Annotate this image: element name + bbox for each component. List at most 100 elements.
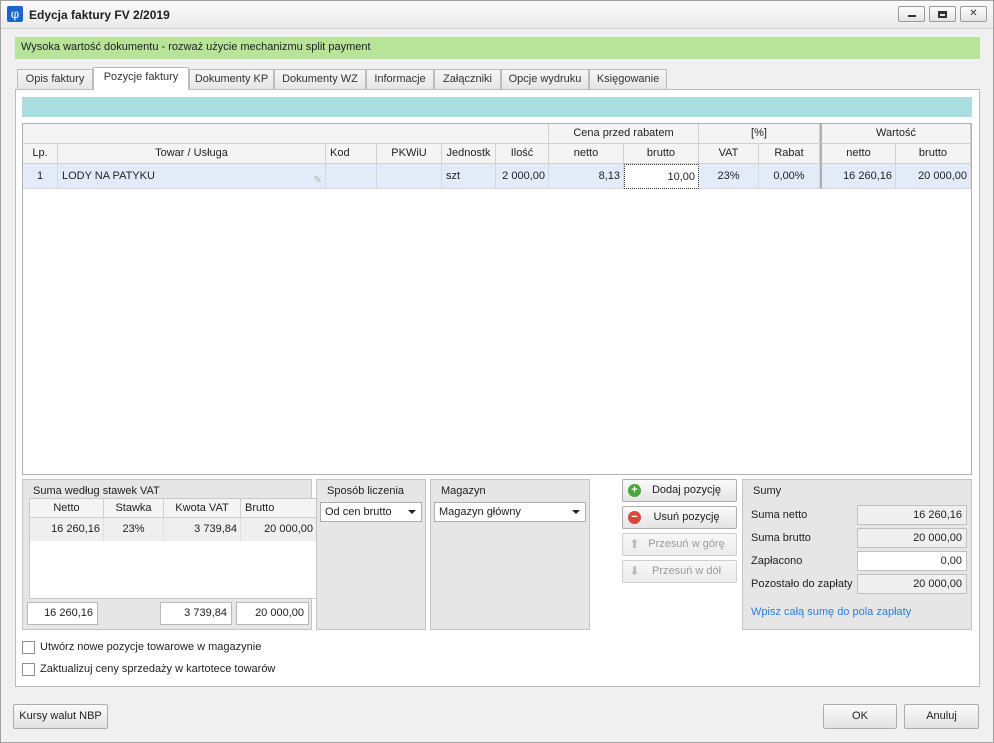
vat-cell-brutto: 20 000,00 — [241, 518, 317, 541]
group-header-empty — [23, 124, 549, 144]
plus-icon: + — [628, 484, 641, 497]
cell-jednostka[interactable]: szt — [442, 164, 496, 189]
sum-netto-field: 16 260,16 — [857, 505, 967, 525]
col-header-kod[interactable]: Kod — [326, 144, 377, 164]
move-down-label: Przesuń w dół — [651, 565, 722, 577]
tab-opis-faktury[interactable]: Opis faktury — [17, 69, 93, 89]
warehouse-value: Magazyn główny — [439, 506, 521, 518]
cell-ilosc[interactable]: 2 000,00 — [496, 164, 549, 189]
grid-group-panel — [22, 97, 972, 117]
tab-content: Cena przed rabatem [%] Wartość Lp. Towar… — [15, 89, 980, 687]
vat-summary-panel: Suma według stawek VAT Netto Stawka Kwot… — [22, 479, 318, 630]
tab-pozycje-faktury[interactable]: Pozycje faktury — [93, 67, 189, 90]
calc-method-value: Od cen brutto — [325, 506, 392, 518]
paid-label: Zapłacono — [751, 555, 803, 567]
col-header-towar[interactable]: Towar / Usługa — [58, 144, 326, 164]
col-header-pkwiu[interactable]: PKWiU — [377, 144, 442, 164]
group-header-percent: [%] — [699, 124, 820, 144]
minimize-button[interactable] — [898, 6, 925, 22]
create-positions-label[interactable]: Utwórz nowe pozycje towarowe w magazynie — [40, 641, 261, 653]
cell-value-brutto[interactable]: 20 000,00 — [896, 164, 971, 189]
warehouse-select[interactable]: Magazyn główny — [434, 502, 586, 522]
chevron-down-icon — [408, 510, 416, 514]
cell-towar[interactable]: LODY NA PATYKU ✎ — [58, 164, 326, 189]
nbp-rates-button[interactable]: Kursy walut NBP — [13, 704, 108, 729]
col-header-rabat[interactable]: Rabat — [759, 144, 820, 164]
vat-cell-stawka: 23% — [104, 518, 164, 541]
cell-pkwiu[interactable] — [377, 164, 442, 189]
tab-opcje-wydruku[interactable]: Opcje wydruku — [501, 69, 589, 89]
vat-col-kwota: Kwota VAT — [164, 499, 241, 518]
calc-method-title: Sposób liczenia — [327, 485, 405, 497]
vat-summary-title: Suma według stawek VAT — [33, 485, 160, 497]
move-up-button[interactable]: ⬆ Przesuń w górę — [622, 533, 737, 556]
sums-title: Sumy — [753, 485, 782, 497]
sums-panel: Sumy Suma netto 16 260,16 Suma brutto 20… — [742, 479, 972, 630]
arrow-up-icon: ⬆ — [629, 537, 640, 551]
cell-value-netto[interactable]: 16 260,16 — [820, 164, 896, 189]
col-header-value-brutto[interactable]: brutto — [896, 144, 971, 164]
app-icon: φ — [7, 6, 23, 22]
vat-total-brutto: 20 000,00 — [236, 602, 309, 625]
col-header-ilosc[interactable]: Ilość — [496, 144, 549, 164]
cell-rabat[interactable]: 0,00% — [759, 164, 820, 189]
cell-vat[interactable]: 23% — [699, 164, 759, 189]
group-header-price: Cena przed rabatem — [549, 124, 699, 144]
vat-cell-netto: 16 260,16 — [30, 518, 104, 541]
close-button[interactable]: ✕ — [960, 6, 987, 22]
maximize-icon — [938, 11, 947, 18]
col-header-vat[interactable]: VAT — [699, 144, 759, 164]
add-position-button[interactable]: + Dodaj pozycję — [622, 479, 737, 502]
cell-lp[interactable]: 1 — [23, 164, 58, 189]
move-down-button[interactable]: ⬇ Przesuń w dół — [622, 560, 737, 583]
group-header-value: Wartość — [820, 124, 971, 144]
maximize-button[interactable] — [929, 6, 956, 22]
arrow-down-icon: ⬇ — [629, 564, 640, 578]
pencil-icon[interactable]: ✎ — [314, 169, 322, 188]
tab-dokumenty-wz[interactable]: Dokumenty WZ — [274, 69, 366, 89]
cell-price-netto[interactable]: 8,13 — [549, 164, 624, 189]
col-header-price-netto[interactable]: netto — [549, 144, 624, 164]
tab-zalaczniki[interactable]: Załączniki — [434, 69, 501, 89]
sum-brutto-label: Suma brutto — [751, 532, 811, 544]
col-header-price-brutto[interactable]: brutto — [624, 144, 699, 164]
update-prices-checkbox[interactable] — [22, 663, 35, 676]
col-header-value-netto[interactable]: netto — [820, 144, 896, 164]
sum-brutto-field: 20 000,00 — [857, 528, 967, 548]
split-payment-alert: Wysoka wartość dokumentu - rozważ użycie… — [15, 37, 980, 59]
title-bar: φ Edycja faktury FV 2/2019 ✕ — [1, 1, 993, 29]
add-position-label: Dodaj pozycję — [651, 484, 722, 496]
vat-col-brutto: Brutto — [241, 499, 317, 518]
update-prices-label[interactable]: Zaktualizuj ceny sprzedaży w kartotece t… — [40, 663, 275, 675]
vat-col-netto: Netto — [30, 499, 104, 518]
window-title: Edycja faktury FV 2/2019 — [29, 8, 170, 22]
vat-cell-kwota: 3 739,84 — [164, 518, 241, 541]
remaining-field: 20 000,00 — [857, 574, 967, 594]
create-positions-checkbox[interactable] — [22, 641, 35, 654]
vat-total-netto: 16 260,16 — [27, 602, 98, 625]
col-header-jednostka[interactable]: Jednostk — [442, 144, 496, 164]
items-grid[interactable]: Cena przed rabatem [%] Wartość Lp. Towar… — [22, 123, 972, 475]
tab-ksiegowanie[interactable]: Księgowanie — [589, 69, 667, 89]
ok-button[interactable]: OK — [823, 704, 897, 729]
paid-input[interactable]: 0,00 — [857, 551, 967, 571]
tab-dokumenty-kp[interactable]: Dokumenty KP — [189, 69, 274, 89]
close-icon: ✕ — [969, 8, 978, 19]
move-up-label: Przesuń w górę — [648, 538, 725, 550]
sum-netto-label: Suma netto — [751, 509, 808, 521]
cell-price-brutto[interactable]: 10,00 — [624, 164, 699, 189]
warehouse-title: Magazyn — [441, 485, 486, 497]
remove-position-button[interactable]: − Usuń pozycję — [622, 506, 737, 529]
remaining-label: Pozostało do zapłaty — [751, 578, 853, 590]
remove-position-label: Usuń pozycję — [653, 511, 720, 523]
cancel-button[interactable]: Anuluj — [904, 704, 979, 729]
pay-full-sum-link[interactable]: Wpisz całą sumę do pola zapłaty — [751, 606, 911, 618]
vat-total-kwota: 3 739,84 — [160, 602, 232, 625]
calc-method-panel: Sposób liczenia Od cen brutto — [316, 479, 426, 630]
minimize-icon — [908, 15, 916, 17]
cell-kod[interactable] — [326, 164, 377, 189]
vat-col-stawka: Stawka — [104, 499, 164, 518]
col-header-lp[interactable]: Lp. — [23, 144, 58, 164]
tab-informacje[interactable]: Informacje — [366, 69, 434, 89]
calc-method-select[interactable]: Od cen brutto — [320, 502, 422, 522]
